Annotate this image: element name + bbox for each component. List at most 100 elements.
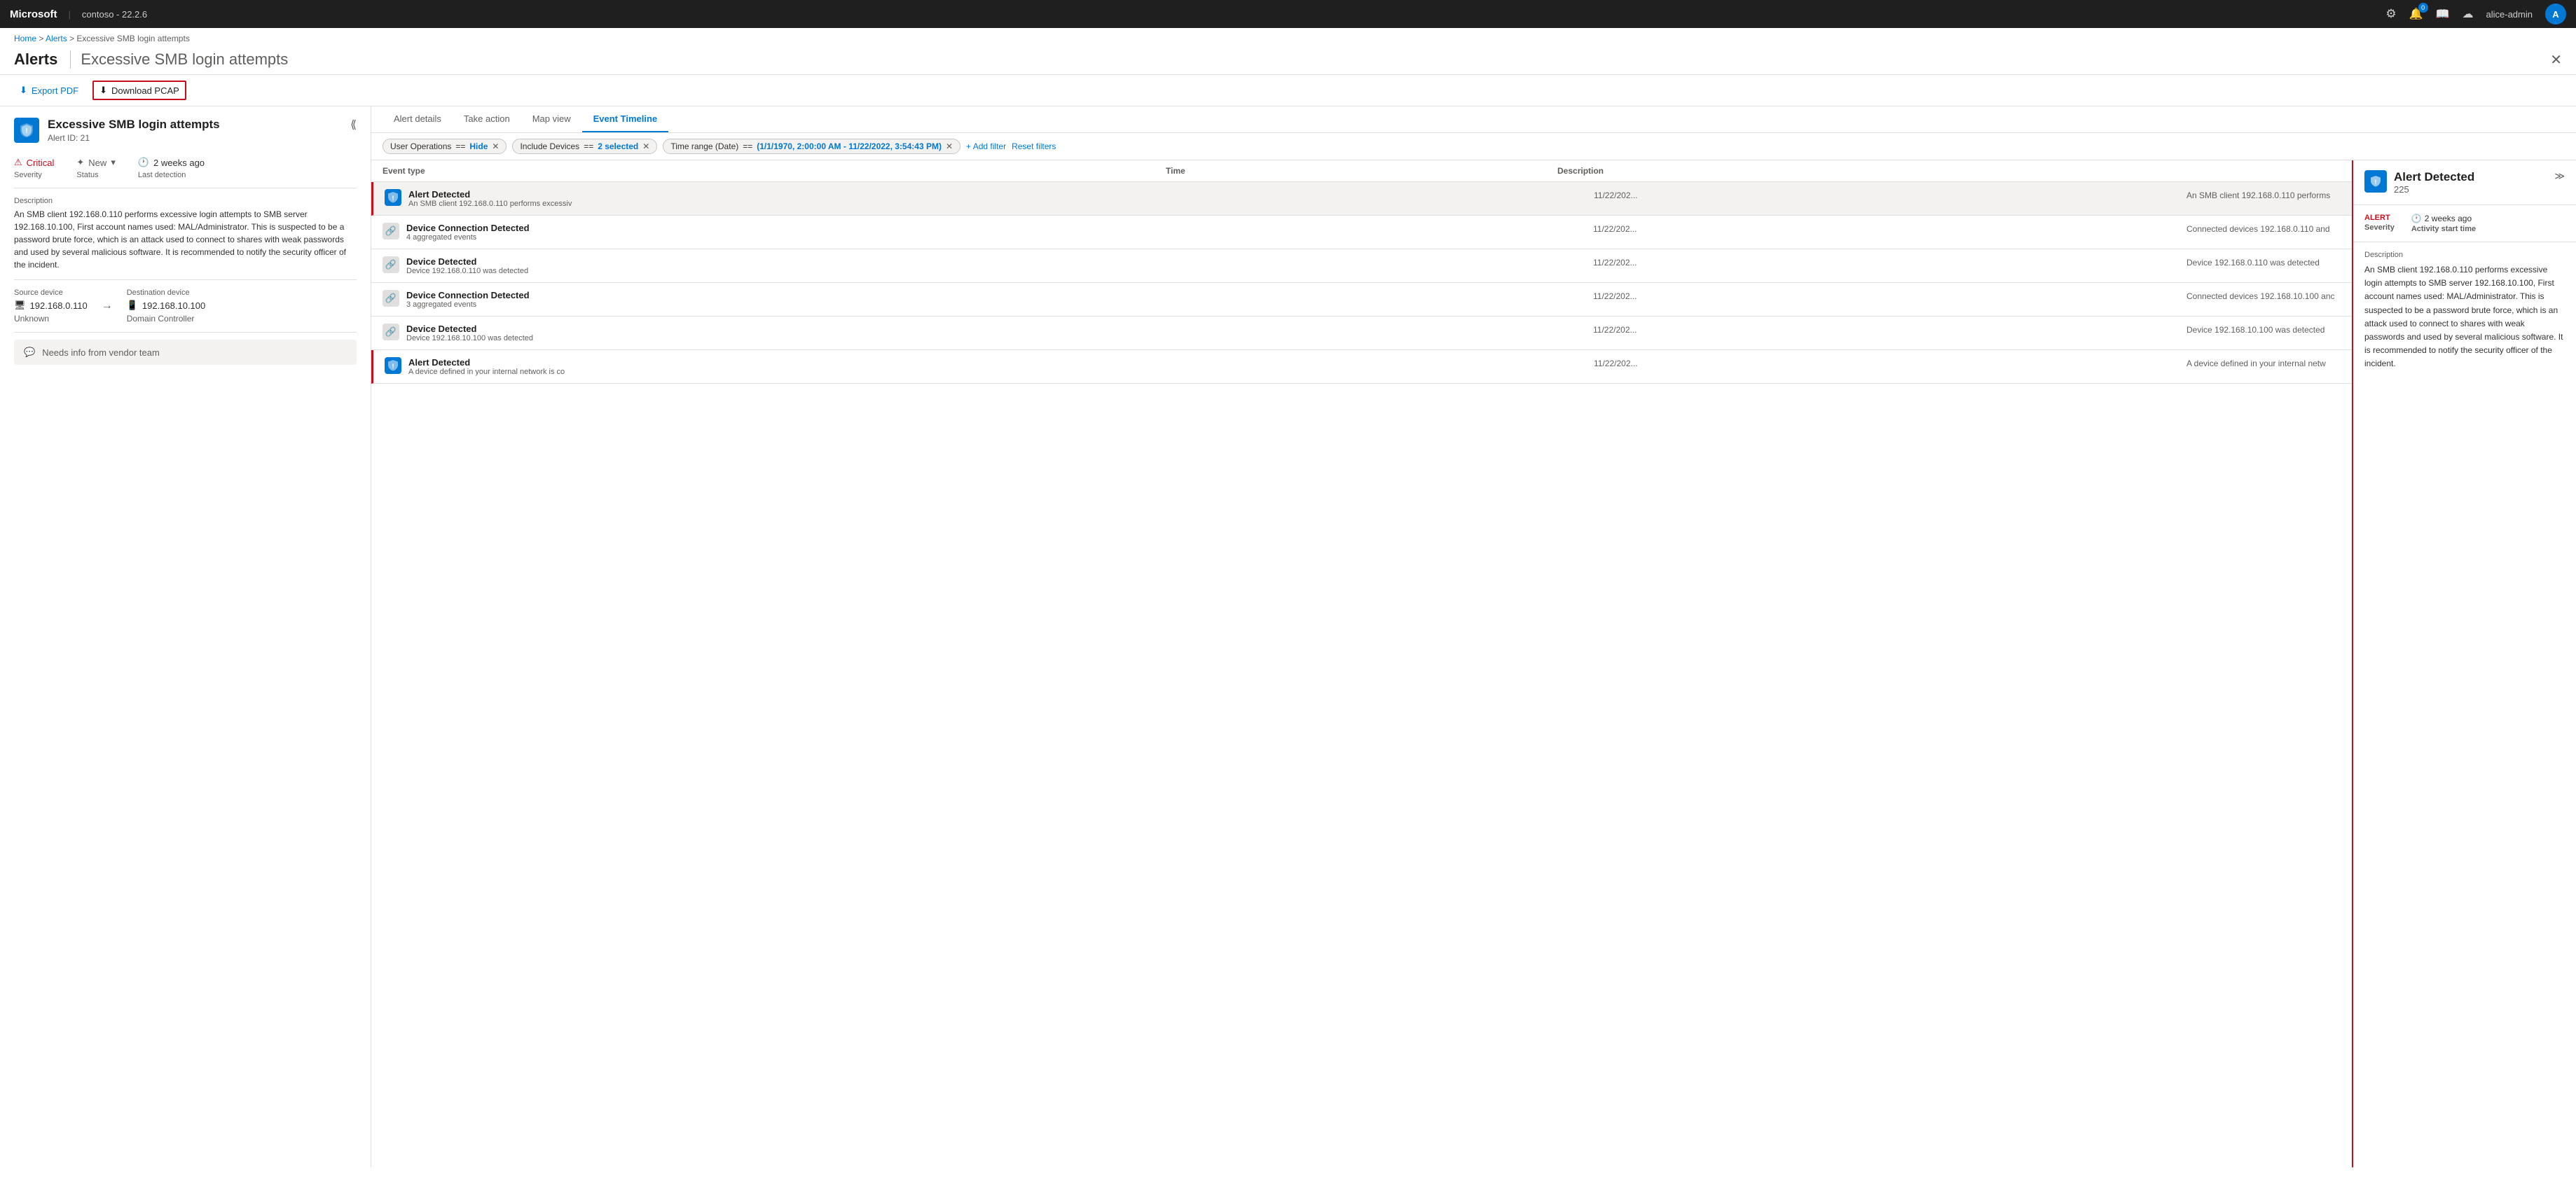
event-type-name-4: Device Connection Detected [406, 290, 1593, 300]
tab-event-timeline[interactable]: Event Timeline [582, 106, 669, 132]
collapse-button[interactable]: ⟪ [350, 118, 357, 132]
detail-severity-label: ALERT [2364, 214, 2395, 222]
download-pcap-button[interactable]: ⬇ Download PCAP [92, 81, 186, 100]
event-row-1[interactable]: ! Alert Detected An SMB client 192.168.0… [371, 182, 2352, 216]
breadcrumb: Home > Alerts > Excessive SMB login atte… [0, 28, 2576, 46]
arrow-icon: → [102, 300, 113, 312]
detail-activity-item: 🕐 2 weeks ago Activity start time [2411, 214, 2476, 233]
close-button[interactable]: ✕ [2550, 51, 2562, 69]
page-subtitle: Excessive SMB login attempts [70, 50, 288, 69]
alert-card: ! Excessive SMB login attempts Alert ID:… [0, 106, 371, 383]
source-type: Unknown [14, 314, 88, 324]
topbar-separator: | [69, 9, 71, 20]
tab-take-action[interactable]: Take action [453, 106, 521, 132]
event-row-6[interactable]: ! Alert Detected A device defined in you… [371, 350, 2352, 384]
server-icon: 📱 [127, 300, 138, 311]
reset-filters-button[interactable]: Reset filters [1012, 141, 1056, 151]
comment-text: Needs info from vendor team [42, 347, 160, 358]
svg-text:!: ! [392, 195, 394, 202]
notification-badge: 0 [2418, 3, 2428, 13]
dest-type: Domain Controller [127, 314, 206, 324]
app-name-label: contoso - 22.2.6 [82, 9, 147, 20]
event-type-name-1: Alert Detected [408, 189, 1594, 200]
event-table-header: Event type Time Description [371, 160, 2352, 182]
filter-chip-devices[interactable]: Include Devices == 2 selected ✕ [512, 139, 657, 154]
export-pdf-button[interactable]: ⬇ Export PDF [14, 82, 84, 99]
add-filter-button[interactable]: + Add filter [966, 141, 1006, 151]
event-time-1: 11/22/202... [1594, 189, 2186, 208]
main-container: Home > Alerts > Excessive SMB login atte… [0, 28, 2576, 1180]
username-label: alice-admin [2486, 9, 2533, 20]
filter-chip-time[interactable]: Time range (Date) == (1/1/1970, 2:00:00 … [663, 139, 960, 154]
col-header-event-type: Event type [383, 166, 1166, 176]
event-type-name-5: Device Detected [406, 324, 1593, 334]
filter-devices-close[interactable]: ✕ [642, 141, 649, 151]
download-pcap-icon: ⬇ [99, 85, 107, 96]
event-icon-6: ! [385, 357, 401, 374]
status-dropdown-icon[interactable]: ▾ [111, 157, 116, 168]
tabs: Alert details Take action Map view Event… [371, 106, 2576, 133]
filters-bar: User Operations == Hide ✕ Include Device… [371, 133, 2576, 160]
dest-ip: 📱 192.168.10.100 [127, 300, 206, 311]
page-title: Alerts [14, 50, 57, 69]
detail-expand-button[interactable]: ≫ [2554, 170, 2565, 182]
cloud-icon[interactable]: ☁ [2463, 7, 2474, 21]
detail-shield-icon: ! [2364, 170, 2387, 193]
status-meta: ✦ New ▾ Status [76, 157, 115, 179]
book-icon[interactable]: 📖 [2436, 7, 2450, 21]
breadcrumb-sep1: > [39, 34, 46, 43]
comment-icon: 💬 [24, 347, 35, 358]
filter-chip-user-ops[interactable]: User Operations == Hide ✕ [383, 139, 507, 154]
event-row-3[interactable]: 🔗 Device Detected Device 192.168.0.110 w… [371, 249, 2352, 283]
severity-value: ⚠ Critical [14, 157, 54, 168]
alert-title-area: Excessive SMB login attempts Alert ID: 2… [48, 118, 342, 143]
detail-activity-label: Activity start time [2411, 225, 2476, 233]
detail-desc-section: Description An SMB client 192.168.0.110 … [2353, 242, 2576, 380]
event-type-sub-1: An SMB client 192.168.0.110 performs exc… [408, 200, 1594, 208]
description-label: Description [14, 197, 357, 205]
event-desc-4: Connected devices 192.168.10.100 anc [2186, 290, 2341, 309]
filter-user-ops-label: User Operations [390, 141, 451, 151]
event-row-3-inner: 🔗 Device Detected Device 192.168.0.110 w… [383, 256, 2341, 275]
settings-icon[interactable]: ⚙ [2385, 7, 2396, 21]
event-icon-2: 🔗 [383, 223, 399, 240]
source-device-label: Source device [14, 289, 88, 297]
avatar[interactable]: A [2545, 4, 2566, 25]
breadcrumb-alerts[interactable]: Alerts [46, 34, 67, 43]
breadcrumb-home[interactable]: Home [14, 34, 36, 43]
toolbar: ⬇ Export PDF ⬇ Download PCAP [0, 75, 2576, 106]
event-row-5[interactable]: 🔗 Device Detected Device 192.168.10.100 … [371, 317, 2352, 350]
event-icon-4: 🔗 [383, 290, 399, 307]
comment-section: 💬 Needs info from vendor team [14, 333, 357, 372]
filter-devices-op: == [584, 141, 593, 151]
notification-icon[interactable]: 🔔 0 [2409, 7, 2423, 21]
col-header-time: Time [1166, 166, 1557, 176]
detail-panel: ! Alert Detected 225 ≫ ALERT Severity [2352, 160, 2576, 1167]
event-row-5-inner: 🔗 Device Detected Device 192.168.10.100 … [383, 324, 2341, 342]
last-detection-value: 🕐 2 weeks ago [138, 157, 205, 168]
event-type-name-6: Alert Detected [408, 357, 1594, 368]
event-row-4-inner: 🔗 Device Connection Detected 3 aggregate… [383, 290, 2341, 309]
content-area: ! Excessive SMB login attempts Alert ID:… [0, 106, 2576, 1167]
last-detection-meta: 🕐 2 weeks ago Last detection [138, 157, 205, 179]
severity-meta: ⚠ Critical Severity [14, 157, 54, 179]
status-label: Status [76, 171, 115, 179]
detail-title-area: Alert Detected 225 [2394, 170, 2547, 195]
svg-text:!: ! [2375, 179, 2377, 186]
event-type-sub-4: 3 aggregated events [406, 300, 1593, 309]
event-icon-5: 🔗 [383, 324, 399, 340]
detail-header: ! Alert Detected 225 ≫ [2353, 160, 2576, 205]
dest-device: Destination device 📱 192.168.10.100 Doma… [127, 289, 206, 324]
svg-text:!: ! [25, 127, 27, 135]
detail-clock-icon: 🕐 [2411, 214, 2422, 223]
comment-box[interactable]: 💬 Needs info from vendor team [14, 340, 357, 365]
filter-user-ops-close[interactable]: ✕ [492, 141, 499, 151]
event-type-col-5: Device Detected Device 192.168.10.100 wa… [406, 324, 1593, 342]
event-row-2[interactable]: 🔗 Device Connection Detected 4 aggregate… [371, 216, 2352, 249]
severity-label: Severity [14, 171, 54, 179]
tab-alert-details[interactable]: Alert details [383, 106, 453, 132]
filter-time-close[interactable]: ✕ [946, 141, 953, 151]
tab-map-view[interactable]: Map view [521, 106, 582, 132]
description-text: An SMB client 192.168.0.110 performs exc… [14, 208, 357, 271]
event-row-4[interactable]: 🔗 Device Connection Detected 3 aggregate… [371, 283, 2352, 317]
